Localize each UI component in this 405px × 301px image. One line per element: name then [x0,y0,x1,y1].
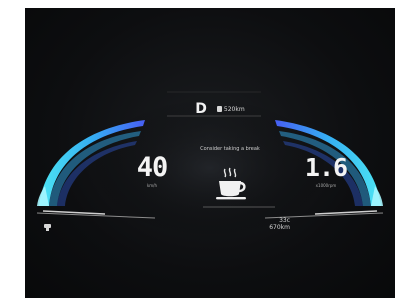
coffee-cup-icon [216,167,246,200]
break-alert-message: Consider taking a break [200,146,260,152]
gear-indicator: D [195,101,207,117]
range-top-value: 520km [223,105,245,113]
top-status: D 520km [175,98,265,120]
seatbelt-icon [44,224,51,231]
instrument-cluster: D 520km Consider taking a break 40 km/h … [25,8,395,298]
fuel-icon [216,106,222,112]
total-range: 670km [269,224,290,231]
speed-display: 40 km/h [127,154,177,189]
rpm-display: 1.6 x1000rpm [301,154,351,189]
bottom-info: 33c 670km [240,217,290,231]
range-indicator: 520km [216,105,245,113]
speed-unit: km/h [146,183,158,188]
outside-temp: 33c [279,217,290,224]
rpm-value: 1.6 [304,153,348,182]
rpm-unit: x1000rpm [315,183,337,188]
speed-value: 40 [136,152,169,183]
